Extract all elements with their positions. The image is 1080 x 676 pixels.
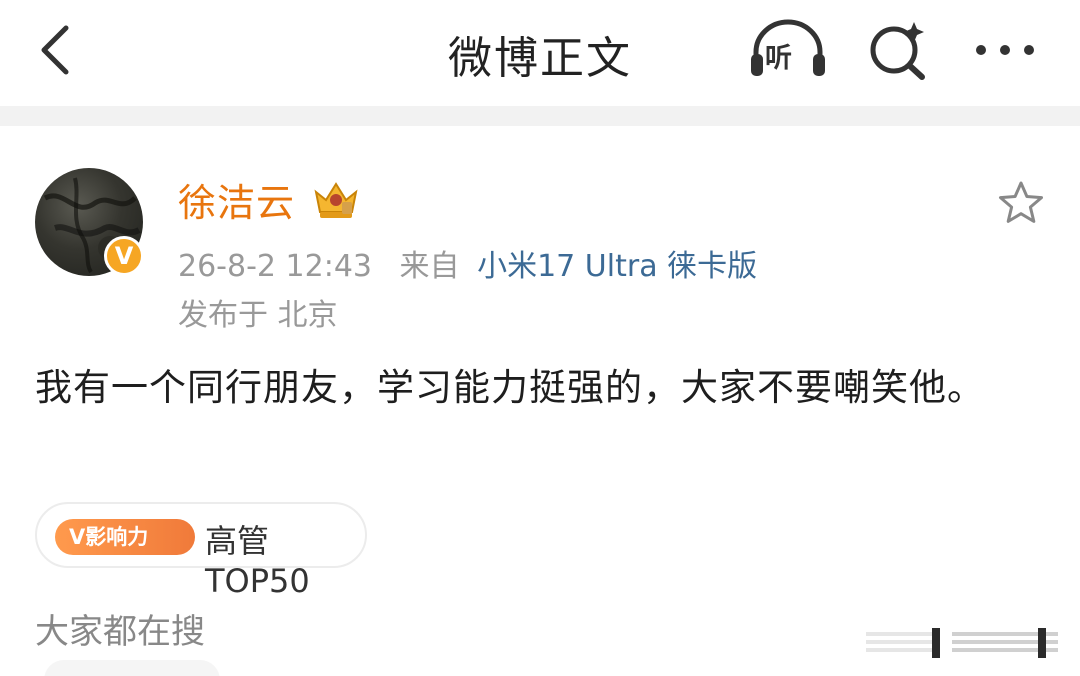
scroll-indicator-icon: [866, 628, 1058, 658]
trending-title: 大家都在搜: [35, 612, 205, 652]
post-timestamp: 26-8-2 12:43: [178, 249, 372, 284]
crown-icon[interactable]: [312, 178, 360, 220]
search-sparkle-icon: [870, 22, 925, 80]
search-button[interactable]: [866, 18, 932, 82]
post-content: 我有一个同行朋友，学习能力挺强的，大家不要嘲笑他。: [35, 366, 985, 409]
more-button[interactable]: [970, 30, 1040, 70]
listen-label: 听: [765, 43, 792, 74]
source-prefix: 来自: [399, 249, 460, 284]
source-device-link[interactable]: 小米17 Ultra 徕卡版: [477, 249, 757, 284]
post-meta: 26-8-2 12:43 来自 小米17 Ultra 徕卡版: [178, 241, 757, 285]
section-divider: [0, 106, 1080, 126]
post-location: 发布于 北京: [178, 298, 338, 333]
verified-badge: V: [104, 236, 144, 276]
influence-rank: 高管TOP50: [205, 522, 310, 600]
author-name[interactable]: 徐洁云: [178, 172, 295, 227]
favorite-button[interactable]: [996, 178, 1046, 228]
more-icon: [976, 45, 1034, 55]
top-bar: 微博正文 听: [0, 0, 1080, 106]
listen-button[interactable]: 听: [748, 18, 828, 82]
trending-item-placeholder[interactable]: [44, 660, 220, 676]
influence-chip[interactable]: V影响力 高管TOP50: [35, 502, 367, 600]
influence-badge: V影响力: [55, 519, 195, 555]
star-outline-icon: [999, 181, 1043, 223]
